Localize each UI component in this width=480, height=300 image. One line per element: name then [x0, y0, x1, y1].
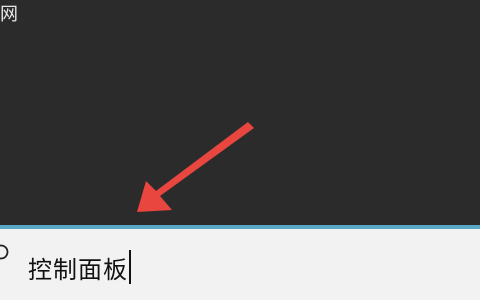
dark-start-panel: 网 控制面板	[0, 0, 480, 300]
search-query-text: 控制面板	[28, 255, 128, 284]
search-icon	[0, 244, 9, 260]
taskbar-search-box[interactable]: 控制面板	[0, 225, 480, 300]
search-input[interactable]: 控制面板	[28, 247, 131, 287]
text-cursor	[129, 250, 131, 284]
